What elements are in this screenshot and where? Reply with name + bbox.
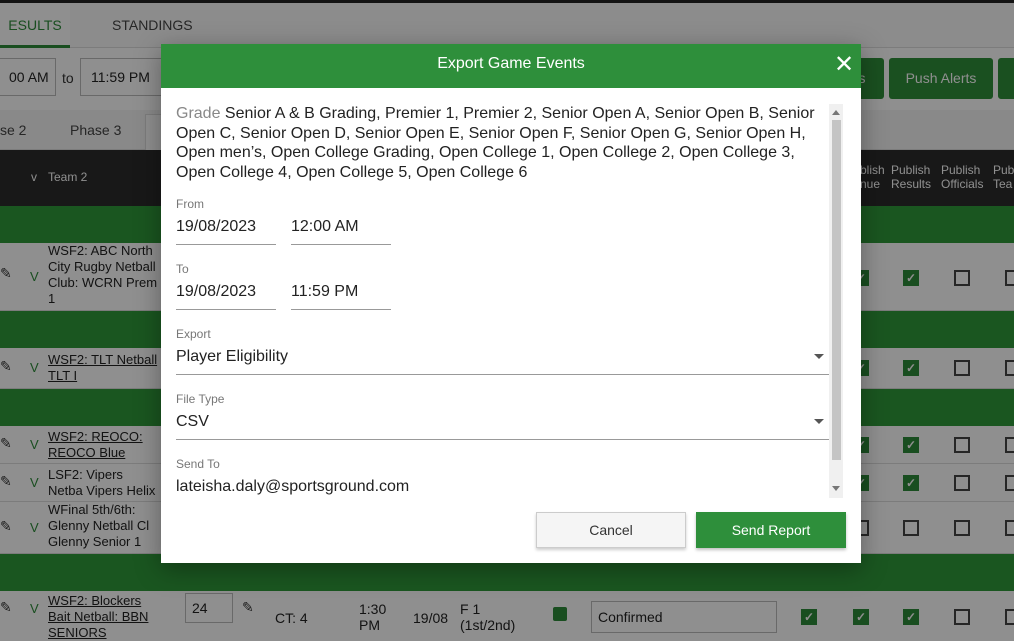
chevron-down-icon[interactable] [814,354,824,359]
file-type-label: File Type [176,392,225,406]
grade-field[interactable]: Grade Senior A & B Grading, Premier 1, P… [176,104,831,182]
to-date-input[interactable]: 19/08/2023 [176,283,276,310]
scroll-up-icon[interactable] [832,110,840,115]
send-report-button[interactable]: Send Report [696,512,846,548]
chevron-down-icon[interactable] [814,419,824,424]
to-time-input[interactable]: 11:59 PM [291,283,391,310]
grade-label: Grade [176,105,221,122]
from-date-input[interactable]: 19/08/2023 [176,218,276,245]
scroll-down-icon[interactable] [832,486,840,491]
send-to-input[interactable]: lateisha.daly@sportsground.com [176,478,829,504]
export-select[interactable]: Player Eligibility [176,348,829,375]
export-label: Export [176,327,211,341]
from-time-input[interactable]: 12:00 AM [291,218,391,245]
send-to-label: Send To [176,457,220,471]
file-type-select[interactable]: CSV [176,413,829,440]
cancel-button[interactable]: Cancel [536,512,686,548]
scrollbar-thumb[interactable] [832,120,841,460]
from-label: From [176,197,204,211]
modal-content: Grade Senior A & B Grading, Premier 1, P… [161,44,861,563]
to-label: To [176,262,189,276]
grade-value: Senior A & B Grading, Premier 1, Premier… [176,105,815,181]
